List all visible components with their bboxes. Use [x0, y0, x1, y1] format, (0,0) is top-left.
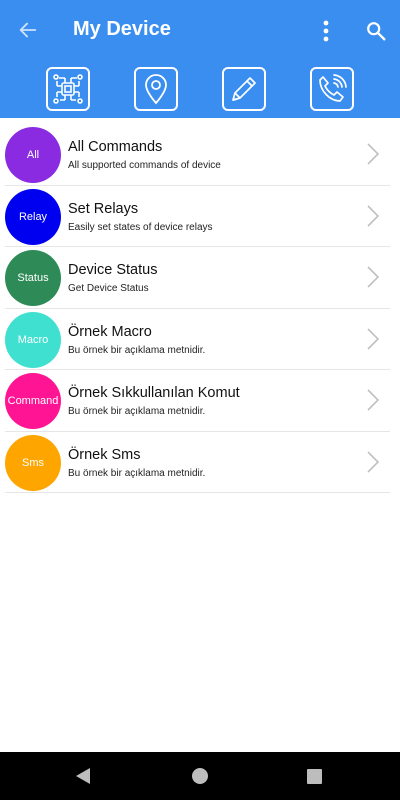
app-bar: My Device	[0, 0, 400, 60]
more-options-button[interactable]	[312, 16, 340, 46]
command-badge: Status	[5, 250, 61, 306]
search-icon	[367, 22, 386, 41]
command-name: Örnek Sms	[68, 446, 141, 463]
arrow-back-icon	[19, 22, 37, 38]
edit-button[interactable]	[222, 67, 266, 111]
back-button[interactable]	[12, 14, 44, 46]
command-description: All supported commands of device	[68, 160, 221, 171]
command-badge: Command	[5, 373, 61, 429]
location-pin-icon	[145, 74, 167, 105]
phone-call-icon	[319, 74, 347, 102]
chevron-right-icon	[367, 266, 380, 288]
chevron-right-icon	[367, 389, 380, 411]
command-description: Bu örnek bir açıklama metnidir.	[68, 467, 206, 479]
command-list: All All Commands All supported commands …	[0, 124, 400, 493]
list-item[interactable]: Relay Set Relays Easily set states of de…	[0, 186, 400, 247]
quick-actions-toolbar	[0, 60, 400, 118]
command-badge: Macro	[5, 311, 61, 368]
nav-recents-icon[interactable]	[307, 769, 322, 784]
divider	[5, 492, 390, 493]
more-vert-icon	[323, 20, 329, 42]
page-title: My Device	[73, 18, 171, 40]
pencil-icon	[232, 77, 256, 101]
command-name: Örnek Sıkkullanılan Komut	[68, 385, 240, 401]
device-io-button[interactable]	[46, 67, 90, 111]
system-navigation-bar	[0, 752, 400, 800]
list-item[interactable]: Status Device Status Get Device Status	[0, 247, 400, 309]
command-name: Set Relays	[68, 200, 139, 217]
command-description: Get Device Status	[68, 283, 149, 294]
list-item[interactable]: All All Commands All supported commands …	[0, 124, 400, 186]
list-item[interactable]: Macro Örnek Macro Bu örnek bir açıklama …	[0, 309, 400, 370]
chevron-right-icon	[367, 143, 380, 165]
circuit-chip-icon	[53, 74, 83, 104]
command-badge: Sms	[5, 434, 61, 491]
search-button[interactable]	[360, 14, 392, 48]
chevron-right-icon	[367, 204, 380, 227]
command-description: Bu örnek bir açıklama metnidir.	[68, 344, 206, 356]
command-description: Bu örnek bir açıklama metnidir.	[68, 406, 206, 417]
list-item[interactable]: Command Örnek Sıkkullanılan Komut Bu örn…	[0, 370, 400, 432]
command-badge: All	[5, 127, 61, 183]
call-button[interactable]	[310, 67, 354, 111]
nav-back-icon[interactable]	[74, 767, 92, 785]
chevron-right-icon	[367, 450, 380, 473]
chevron-right-icon	[367, 327, 380, 350]
list-item[interactable]: Sms Örnek Sms Bu örnek bir açıklama metn…	[0, 432, 400, 493]
location-button[interactable]	[134, 67, 178, 111]
command-badge: Relay	[5, 188, 61, 245]
command-name: Device Status	[68, 262, 158, 278]
command-name: All Commands	[68, 139, 163, 155]
nav-home-icon[interactable]	[192, 768, 208, 784]
command-name: Örnek Macro	[68, 323, 152, 340]
screen: My Device All All Commands All supported…	[0, 0, 400, 800]
command-description: Easily set states of device relays	[68, 221, 213, 233]
